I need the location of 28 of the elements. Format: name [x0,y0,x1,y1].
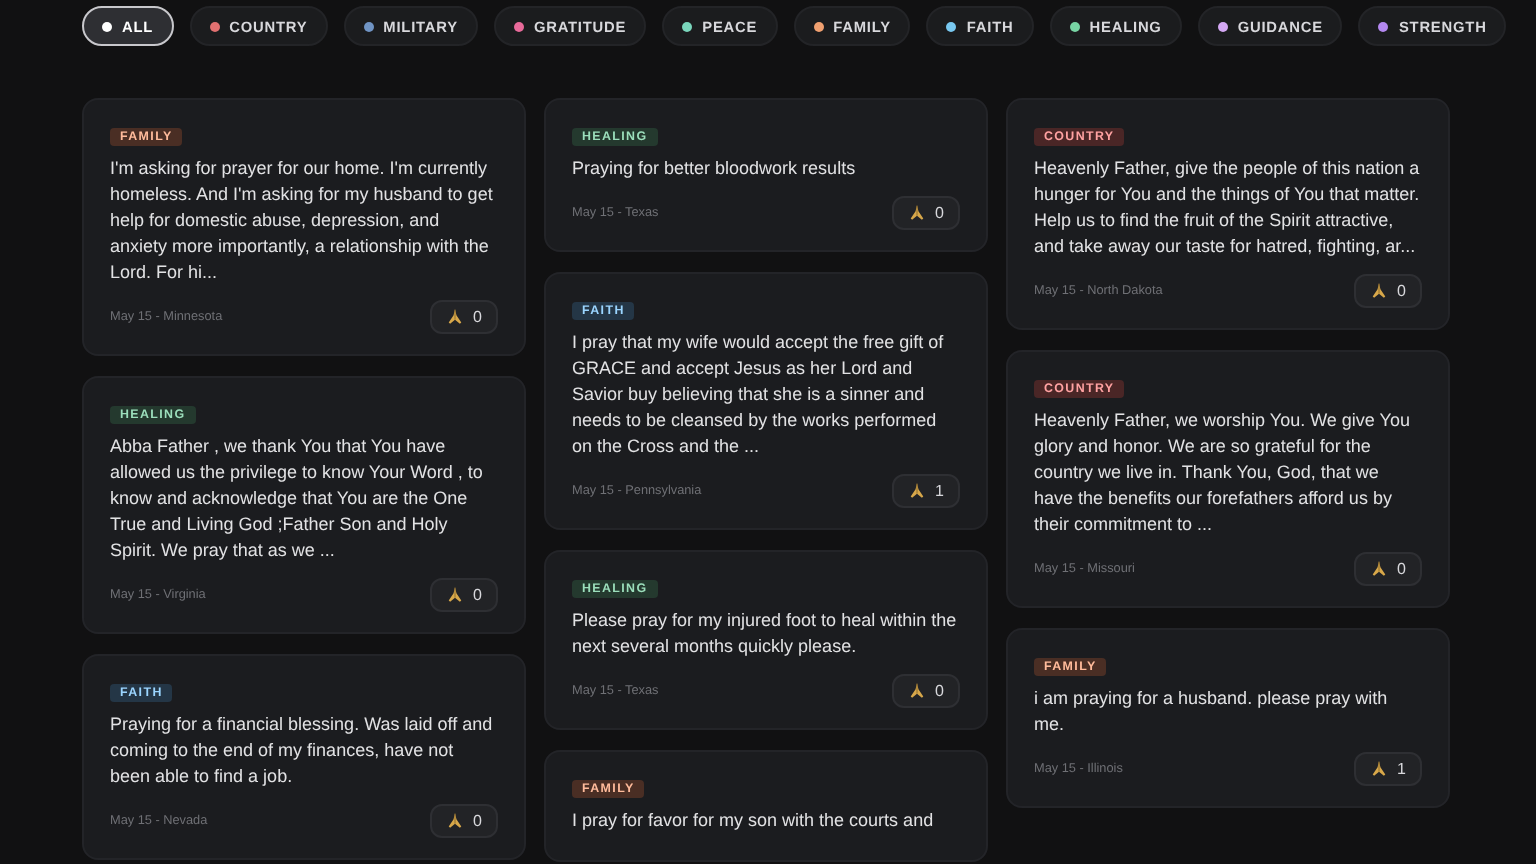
pray-button[interactable]: 0 [429,804,498,838]
prayer-text: i am praying for a husband. please pray with me. [1034,686,1390,738]
prayer-text: I pray for favor for my son with the courts and [572,808,936,834]
prayer-text: Abba Father , we thank You that You have allowed us the privilege to know Your Word , to know and acknowledge that You are the One True and Living God ;Father Son and Holy Spirit. We pray that as we ... [110,434,485,564]
pray-button[interactable]: 1 [1353,752,1422,786]
prayer-text: Please pray for my injured foot to heal within the next several months quickly please. [572,608,959,660]
prayer-text: Heavenly Father, we worship You. We give You glory and honor. We are so grateful for the country we live in. Thank You, God, that we have the benefits our forefathers afford us by their commitment to ... [1034,408,1412,538]
praying-hands-icon [445,812,464,830]
praying-hands-icon [1369,282,1388,300]
praying-hands-icon [445,308,464,326]
pray-button[interactable]: 1 [891,474,960,508]
praying-hands-icon [907,204,926,222]
prayer-text: Heavenly Father, give the people of this nation a hunger for You and the things of You that matter. Help us to find the fruit of the Spirit attractive, and take away our taste for hatred, fighting, ar... [1034,156,1422,260]
praying-hands-icon [1369,560,1388,578]
praying-hands-icon [907,682,926,700]
pray-button[interactable]: 0 [429,578,498,612]
pray-button[interactable]: 0 [1353,274,1422,308]
pray-button[interactable]: 0 [891,196,960,230]
pray-button[interactable]: 0 [429,300,498,334]
praying-hands-icon [907,482,926,500]
prayer-text: Praying for better bloodwork results [572,156,858,182]
prayer-text: I'm asking for prayer for our home. I'm currently homeless. And I'm asking for my husband to get help for domestic abuse, depression, and anxiety more importantly, a relationship with the Lord. For hi... [110,156,495,286]
praying-hands-icon [1369,760,1388,778]
prayer-text: I pray that my wife would accept the free gift of GRACE and accept Jesus as her Lord and Savior buy believing that she is a sinner and needs to be cleansed by the works performed on the Cross and the ... [572,330,946,460]
pray-button[interactable]: 0 [1353,552,1422,586]
prayer-text: Praying for a financial blessing. Was laid off and coming to the end of my finances, have not been able to find a job. [110,712,495,790]
praying-hands-icon [445,586,464,604]
pray-button[interactable]: 0 [891,674,960,708]
